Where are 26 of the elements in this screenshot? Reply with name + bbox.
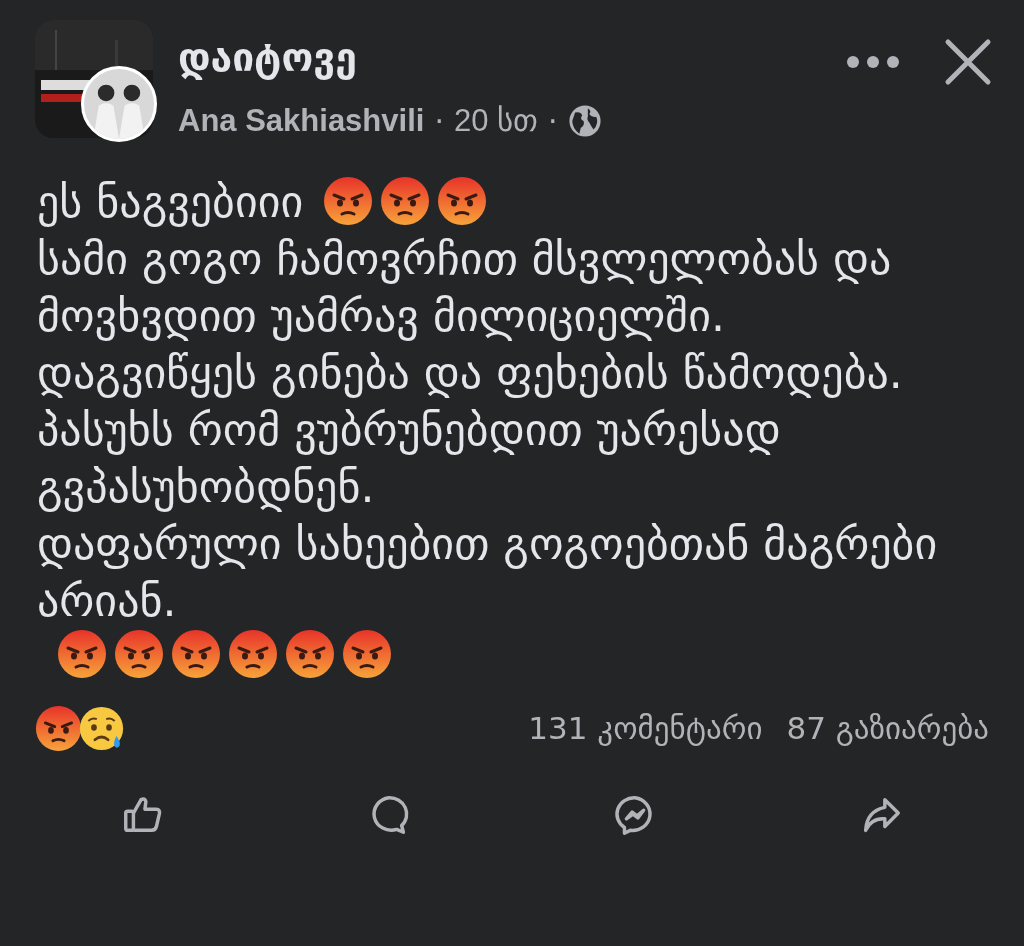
angry-face-icon <box>114 628 164 679</box>
angry-face-icon <box>380 176 431 226</box>
post-text: სამი გოგო ჩამოვრჩით მსვლელობას და მოვხვდით უამრავ მილიციელში. <box>37 231 893 343</box>
author-name[interactable]: Ana Sakhiashvili <box>178 98 425 145</box>
more-options-icon[interactable] <box>846 55 900 69</box>
separator-dot: · <box>548 102 558 141</box>
sad-face-icon <box>78 704 125 752</box>
post-text: დაგვიწყეს გინება და ფეხების წამოდება. <box>37 345 903 400</box>
angry-face-icon <box>171 628 221 679</box>
share-count[interactable]: 87 გაზიარება <box>786 704 989 752</box>
angry-face-icon <box>285 628 335 679</box>
angry-face-icon <box>342 628 392 679</box>
close-icon[interactable] <box>944 38 992 86</box>
globe-icon <box>567 104 602 139</box>
angry-face-icon <box>323 176 374 226</box>
post-text: ეს ნაგვებიიი <box>37 174 304 229</box>
angry-face-icon <box>35 704 82 752</box>
angry-face-icon <box>437 176 488 226</box>
angry-face-icon <box>228 628 278 679</box>
post-time: 20 სთ <box>453 102 539 140</box>
comment-count[interactable]: 131 კომენტარი <box>528 704 763 752</box>
post-text: დაფარული სახეებით გოგოებთან მაგრები არიან. <box>37 516 939 628</box>
post-title: დაიტოვე <box>178 34 358 82</box>
post-text: პასუხს რომ ვუბრუნებდით უარესად გვპასუხობდნენ. <box>37 402 782 514</box>
angry-face-icon <box>57 628 107 679</box>
separator-dot: · <box>434 102 444 141</box>
